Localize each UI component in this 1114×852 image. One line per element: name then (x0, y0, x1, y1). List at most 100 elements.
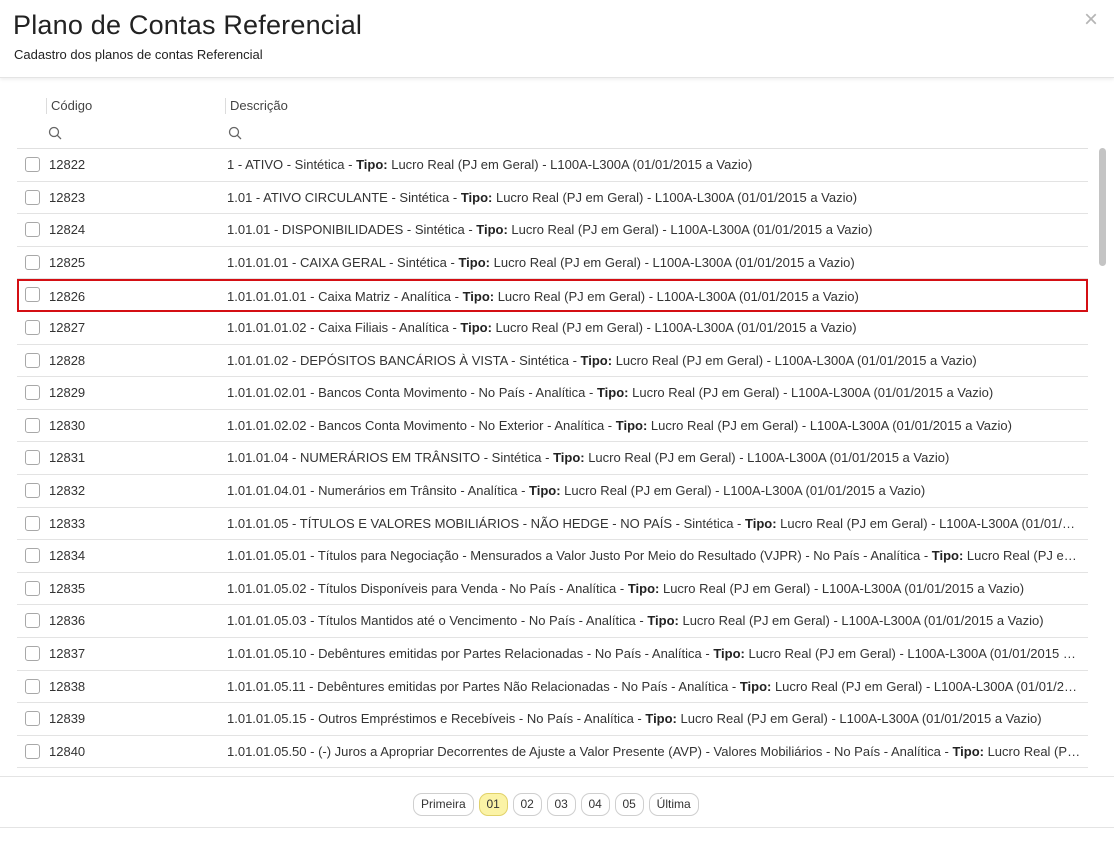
row-checkbox[interactable] (25, 613, 40, 629)
row-code: 12822 (49, 157, 86, 172)
row-description-text: 1.01.01 - DISPONIBILIDADES - Sintética - (227, 222, 477, 238)
row-type-value: Lucro Real (PJ em Geral) - L100A-L300A (… (774, 678, 1082, 694)
row-description: 1.01.01.05.01 - Títulos para Negociação … (227, 540, 1082, 571)
table-row[interactable]: 12831 1.01.01.04 - NUMERÁRIOS EM TRÂNSITO… (17, 442, 1088, 475)
row-checkbox[interactable] (25, 222, 40, 238)
row-checkbox[interactable] (25, 319, 40, 335)
row-type-label: Tipo: (476, 222, 508, 238)
row-type-value: Lucro Real (PJ em Geral) - L100A-L300A (… (780, 515, 1082, 531)
scrollbar[interactable] (1099, 148, 1106, 768)
row-description: 1.01.01.05.03 - Títulos Mantidos até o V… (227, 605, 1082, 636)
column-header-code[interactable]: Código (46, 98, 92, 114)
page-button[interactable]: 05 (614, 793, 644, 816)
page-button[interactable]: 03 (546, 793, 576, 816)
table-row[interactable]: 12833 1.01.01.05 - TÍTULOS E VALORES MOBI… (17, 508, 1088, 541)
row-code: 12840 (49, 743, 86, 759)
row-checkbox[interactable] (25, 580, 40, 596)
row-description-text: 1.01.01.01 - CAIXA GERAL - Sintética - (227, 254, 459, 270)
table-row[interactable]: 12826 1.01.01.01.01 - Caixa Matriz - Anal… (17, 279, 1088, 312)
row-checkbox[interactable] (25, 743, 40, 759)
row-code: 12830 (49, 417, 86, 433)
row-checkbox[interactable] (25, 385, 40, 401)
row-checkbox[interactable] (25, 482, 40, 498)
row-description-text: 1.01.01.02.01 - Bancos Conta Movimento -… (227, 385, 597, 401)
modal-header: Plano de Contas Referencial Cadastro dos… (0, 0, 1114, 78)
row-description-text: 1.01.01.05 - TÍTULOS E VALORES MOBILIÁRI… (227, 515, 745, 531)
row-code: 12831 (49, 450, 86, 466)
row-description-text: 1.01.01.05.03 - Títulos Mantidos até o V… (227, 613, 648, 629)
table-row[interactable]: 12827 1.01.01.01.02 - Caixa Filiais - Ana… (17, 312, 1088, 345)
table-row[interactable]: 12830 1.01.01.02.02 - Bancos Conta Movime… (17, 410, 1088, 443)
row-checkbox[interactable] (25, 352, 40, 368)
row-checkbox[interactable] (25, 157, 40, 172)
row-type-label: Tipo: (739, 678, 772, 694)
last-page-button[interactable]: Última (648, 793, 699, 816)
page-button[interactable]: 01 (478, 793, 508, 816)
row-type-label: Tipo: (713, 645, 745, 661)
table-row[interactable]: 12825 1.01.01.01 - CAIXA GERAL - Sintétic… (17, 247, 1088, 280)
table-row[interactable]: 12829 1.01.01.02.01 - Bancos Conta Movime… (17, 377, 1088, 410)
row-description: 1.01.01.05.15 - Outros Empréstimos e Rec… (227, 703, 1082, 734)
row-checkbox[interactable] (25, 450, 40, 466)
accounts-list: 12822 1 - ATIVO - Sintética - Tipo: Lucro… (17, 148, 1088, 768)
row-description-text: 1.01.01.02.02 - Bancos Conta Movimento -… (227, 417, 616, 433)
row-description: 1.01.01.05 - TÍTULOS E VALORES MOBILIÁRI… (227, 508, 1082, 539)
search-icon[interactable] (228, 126, 242, 140)
row-checkbox[interactable] (25, 711, 40, 727)
table-row[interactable]: 12823 1.01 - ATIVO CIRCULANTE - Sintética… (17, 182, 1088, 215)
table-row[interactable]: 12839 1.01.01.05.15 - Outros Empréstimos … (17, 703, 1088, 736)
table-row[interactable]: 12840 1.01.01.05.50 - (-) Juros a Apropri… (17, 736, 1088, 768)
row-description: 1.01.01.05.10 - Debêntures emitidas por … (227, 638, 1082, 669)
row-description-text: 1.01.01.05.15 - Outros Empréstimos e Rec… (227, 711, 646, 727)
row-type-value: Lucro Real (PJ em Geral) - L100A-L300A (… (387, 157, 753, 172)
scrollbar-thumb[interactable] (1099, 148, 1106, 266)
table-row[interactable]: 12838 1.01.01.05.11 - Debêntures emitidas… (17, 671, 1088, 704)
row-description: 1.01.01.01 - CAIXA GERAL - Sintética - T… (227, 247, 1082, 278)
row-type-label: Tipo: (580, 352, 613, 368)
column-header-description[interactable]: Descrição (225, 98, 288, 114)
search-icon[interactable] (48, 126, 62, 140)
row-description: 1.01.01.02.02 - Bancos Conta Movimento -… (227, 410, 1082, 441)
page-button[interactable]: 04 (580, 793, 610, 816)
row-description-text: 1.01 - ATIVO CIRCULANTE - Sintética - (227, 189, 461, 205)
row-checkbox[interactable] (25, 254, 40, 270)
row-description: 1.01.01.05.50 - (-) Juros a Apropriar De… (227, 736, 1082, 767)
table-row[interactable]: 12828 1.01.01.02 - DEPÓSITOS BANCÁRIOS À … (17, 345, 1088, 378)
first-page-button[interactable]: Primeira (413, 793, 474, 816)
row-description: 1.01.01.04.01 - Numerários em Trânsito -… (227, 475, 1082, 506)
table-row[interactable]: 12832 1.01.01.04.01 - Numerários em Trâns… (17, 475, 1088, 508)
row-type-value: Lucro Real (PJ em Geral) - L100A-L300A (… (491, 319, 857, 335)
row-type-label: Tipo: (627, 580, 660, 596)
row-checkbox[interactable] (25, 189, 40, 205)
page-button[interactable]: 02 (512, 793, 542, 816)
row-description-text: 1.01.01.05.01 - Títulos para Negociação … (227, 548, 932, 564)
table-row[interactable]: 12824 1.01.01 - DISPONIBILIDADES - Sintét… (17, 214, 1088, 247)
row-type-value: Lucro Real (PJ em Geral) - L100A-L300A (… (612, 352, 977, 368)
table-row[interactable]: 12822 1 - ATIVO - Sintética - Tipo: Lucro… (17, 149, 1088, 182)
row-type-label: Tipo: (952, 743, 984, 759)
pagination-footer: Primeira 01 02 03 04 05 Última (0, 776, 1114, 828)
row-checkbox[interactable] (25, 417, 40, 433)
row-type-value: Lucro Real (PJ em Geral) - L100A-L300A (… (744, 645, 1082, 661)
table-row[interactable]: 12836 1.01.01.05.03 - Títulos Mantidos at… (17, 605, 1088, 638)
row-checkbox[interactable] (25, 287, 40, 303)
row-code: 12829 (49, 385, 86, 401)
table-row[interactable]: 12834 1.01.01.05.01 - Títulos para Negoci… (17, 540, 1088, 573)
pagination: Primeira 01 02 03 04 05 Última (413, 793, 699, 816)
row-description-text: 1.01.01.01.01 - Caixa Matriz - Analítica… (227, 289, 463, 305)
row-checkbox[interactable] (25, 548, 40, 564)
row-checkbox[interactable] (25, 515, 40, 531)
row-type-label: Tipo: (647, 613, 679, 629)
table-row[interactable]: 12835 1.01.01.05.02 - Títulos Disponíveis… (17, 573, 1088, 606)
row-checkbox[interactable] (25, 678, 40, 694)
close-icon[interactable]: × (1084, 8, 1098, 32)
row-code: 12836 (49, 613, 86, 629)
row-type-value: Lucro Real (PJ em Geral) - L100A-L300A (… (492, 189, 858, 205)
row-type-label: Tipo: (462, 289, 495, 305)
row-type-value: Lucro Real (PJ em Geral) - L100A-L300A (… (628, 385, 994, 401)
table-row[interactable]: 12837 1.01.01.05.10 - Debêntures emitidas… (17, 638, 1088, 671)
row-type-value: Lucro Real (PJ em Geral) - L100A-L300A (… (560, 482, 926, 498)
row-code: 12835 (49, 580, 86, 596)
row-checkbox[interactable] (25, 645, 40, 661)
row-type-value: Lucro Real (PJ em Geral) - L100A-L300A (… (659, 580, 1025, 596)
